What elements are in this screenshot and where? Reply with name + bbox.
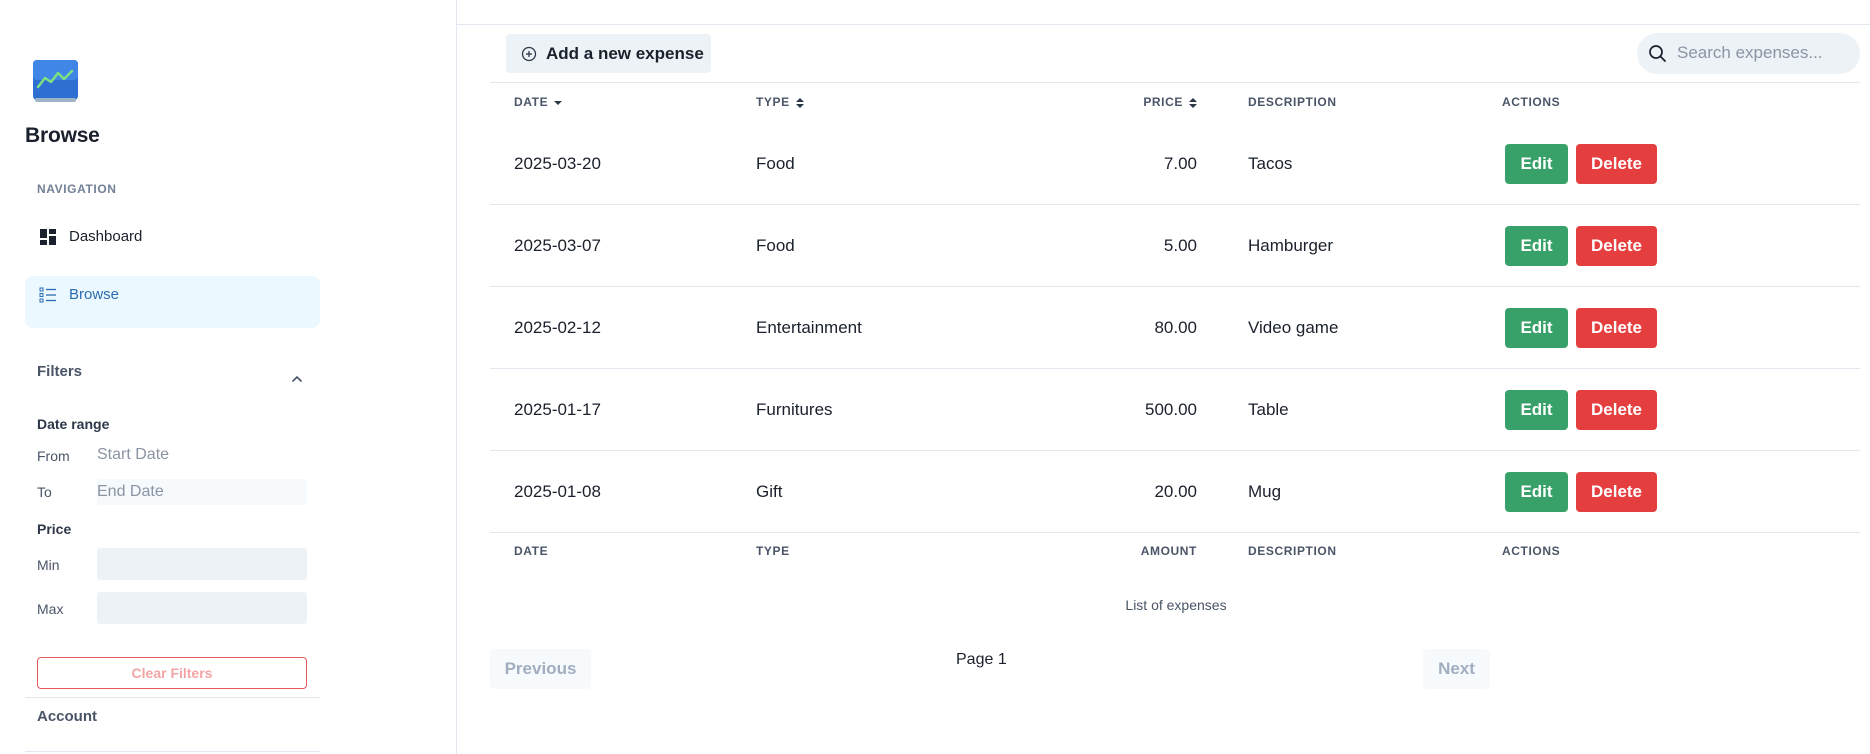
- search-icon: [1648, 44, 1667, 63]
- sort-descending-icon: [554, 97, 563, 107]
- cell-date: 2025-02-12: [514, 318, 601, 337]
- column-header-actions: ACTIONS: [1502, 95, 1561, 109]
- plus-circle-icon: [521, 46, 537, 62]
- table-row: 2025-03-20 Food 7.00 Tacos Edit Delete: [490, 123, 1860, 205]
- min-label: Min: [37, 557, 60, 573]
- sidebar-item-dashboard[interactable]: Dashboard: [25, 210, 320, 262]
- sidebar-item-browse[interactable]: Browse: [25, 276, 320, 328]
- column-header-description: DESCRIPTION: [1248, 95, 1337, 109]
- end-date-input[interactable]: [97, 479, 307, 505]
- account-heading: Account: [37, 708, 97, 725]
- edit-button[interactable]: Edit: [1505, 472, 1568, 512]
- divider: [25, 697, 320, 698]
- cell-date: 2025-03-20: [514, 154, 601, 173]
- max-price-input[interactable]: [97, 592, 307, 624]
- list-icon: [39, 286, 57, 304]
- divider: [457, 24, 1870, 25]
- cell-type: Food: [756, 236, 795, 255]
- delete-button[interactable]: Delete: [1576, 308, 1657, 348]
- cell-date: 2025-01-08: [514, 482, 601, 501]
- delete-button[interactable]: Delete: [1576, 472, 1657, 512]
- delete-button[interactable]: Delete: [1576, 226, 1657, 266]
- cell-type: Gift: [756, 482, 783, 501]
- page-indicator: Page 1: [956, 651, 1007, 668]
- delete-button[interactable]: Delete: [1576, 144, 1657, 184]
- edit-button[interactable]: Edit: [1505, 226, 1568, 266]
- app-logo-chart-icon: [32, 59, 79, 103]
- divider: [25, 751, 320, 752]
- clear-filters-button[interactable]: Clear Filters: [37, 657, 307, 689]
- next-page-button[interactable]: Next: [1423, 649, 1490, 689]
- sort-icon: [795, 97, 804, 108]
- cell-description: Mug: [1248, 482, 1282, 501]
- divider: [490, 82, 1860, 83]
- footer-header-amount: AMOUNT: [1140, 544, 1197, 558]
- cell-type: Entertainment: [756, 318, 862, 337]
- page-title: Browse: [25, 124, 100, 147]
- table-caption: List of expenses: [1125, 597, 1227, 613]
- sort-icon: [1189, 97, 1197, 108]
- column-header-type[interactable]: TYPE: [756, 95, 804, 109]
- min-price-input[interactable]: [97, 548, 307, 580]
- delete-button[interactable]: Delete: [1576, 390, 1657, 430]
- navigation-heading: NAVIGATION: [37, 182, 117, 196]
- edit-button[interactable]: Edit: [1505, 144, 1568, 184]
- column-header-price[interactable]: PRICE: [1080, 95, 1197, 109]
- column-header-label: TYPE: [756, 95, 790, 109]
- cell-description: Table: [1248, 400, 1289, 419]
- cell-price: 80.00: [1154, 318, 1197, 337]
- sidebar-item-label: Dashboard: [69, 228, 143, 245]
- add-expense-button[interactable]: Add a new expense: [506, 34, 711, 73]
- search-box[interactable]: [1637, 33, 1860, 74]
- cell-type: Food: [756, 154, 795, 173]
- cell-description: Hamburger: [1248, 236, 1334, 255]
- filters-heading: Filters: [37, 363, 83, 380]
- cell-date: 2025-03-07: [514, 236, 601, 255]
- add-expense-label: Add a new expense: [546, 44, 704, 63]
- previous-page-button[interactable]: Previous: [490, 649, 591, 689]
- dashboard-grid-icon: [39, 228, 57, 246]
- chevron-up-icon[interactable]: [290, 372, 304, 386]
- table-row: 2025-03-07 Food 5.00 Hamburger Edit Dele…: [490, 205, 1860, 287]
- column-header-date[interactable]: DATE: [514, 95, 563, 109]
- footer-header-date: DATE: [514, 544, 549, 558]
- cell-price: 500.00: [1145, 400, 1197, 419]
- cell-price: 7.00: [1163, 154, 1197, 173]
- column-header-label: PRICE: [1143, 95, 1183, 109]
- sidebar-item-label: Browse: [69, 286, 120, 303]
- cell-description: Tacos: [1248, 154, 1293, 173]
- sidebar: Browse NAVIGATION Dashboard Browse Filte…: [0, 0, 457, 754]
- search-input[interactable]: [1677, 41, 1852, 65]
- cell-description: Video game: [1248, 318, 1339, 337]
- table-row: 2025-01-17 Furnitures 500.00 Table Edit …: [490, 369, 1860, 451]
- edit-button[interactable]: Edit: [1505, 390, 1568, 430]
- table-row: 2025-01-08 Gift 20.00 Mug Edit Delete: [490, 451, 1860, 533]
- edit-button[interactable]: Edit: [1505, 308, 1568, 348]
- to-label: To: [37, 484, 52, 500]
- cell-type: Furnitures: [756, 400, 833, 419]
- from-label: From: [37, 448, 70, 464]
- footer-header-description: DESCRIPTION: [1248, 544, 1337, 558]
- date-range-heading: Date range: [37, 416, 110, 432]
- max-label: Max: [37, 601, 64, 617]
- footer-header-actions: ACTIONS: [1502, 544, 1561, 558]
- price-heading: Price: [37, 521, 72, 537]
- table-row: 2025-02-12 Entertainment 80.00 Video gam…: [490, 287, 1860, 369]
- footer-header-type: TYPE: [756, 544, 790, 558]
- start-date-input[interactable]: [97, 442, 307, 468]
- cell-price: 20.00: [1154, 482, 1197, 501]
- cell-price: 5.00: [1163, 236, 1197, 255]
- cell-date: 2025-01-17: [514, 400, 601, 419]
- column-header-label: DATE: [514, 95, 549, 109]
